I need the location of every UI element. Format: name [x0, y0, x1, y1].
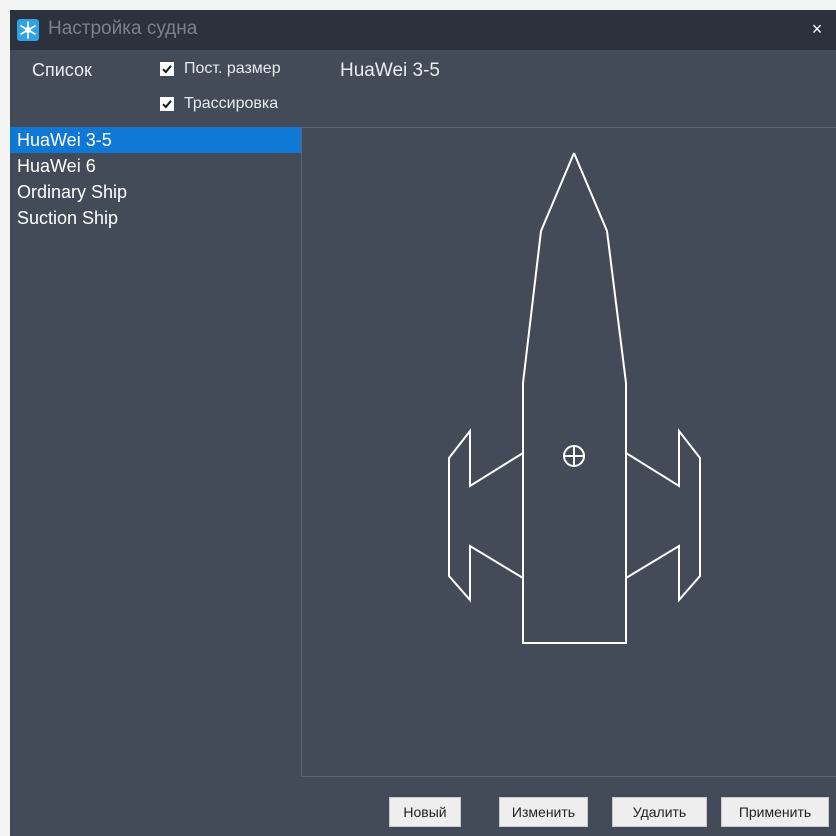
snowflake-icon [17, 19, 39, 41]
close-icon[interactable]: × [806, 17, 828, 41]
delete-button[interactable]: Удалить [612, 797, 707, 827]
fixed-size-checkbox[interactable]: Пост. размер [160, 58, 281, 80]
selected-ship-title: HuaWei 3-5 [340, 60, 440, 81]
list-item[interactable]: HuaWei 6 [10, 153, 301, 179]
checkmark-icon [160, 62, 174, 76]
crosshair-icon [563, 445, 585, 467]
checkmark-icon [160, 97, 174, 111]
tracing-checkbox[interactable]: Трассировка [160, 93, 278, 115]
title-bar: Настройка судна × [10, 10, 836, 50]
new-button[interactable]: Новый [389, 797, 461, 827]
window-title: Настройка судна [48, 18, 198, 39]
ship-settings-window: Настройка судна × Список Пост. размер Тр… [10, 10, 836, 836]
fixed-size-label: Пост. размер [184, 60, 281, 77]
list-item[interactable]: Suction Ship [10, 205, 301, 231]
list-item[interactable]: Ordinary Ship [10, 179, 301, 205]
ship-outline [448, 152, 701, 644]
ship-list: HuaWei 3-5 HuaWei 6 Ordinary Ship Suctio… [10, 127, 301, 803]
ship-preview [301, 127, 836, 777]
list-item[interactable]: HuaWei 3-5 [10, 127, 301, 153]
apply-button[interactable]: Применить [721, 797, 829, 827]
list-label: Список [32, 60, 92, 80]
tracing-label: Трассировка [184, 95, 279, 112]
edit-button[interactable]: Изменить [499, 797, 588, 827]
